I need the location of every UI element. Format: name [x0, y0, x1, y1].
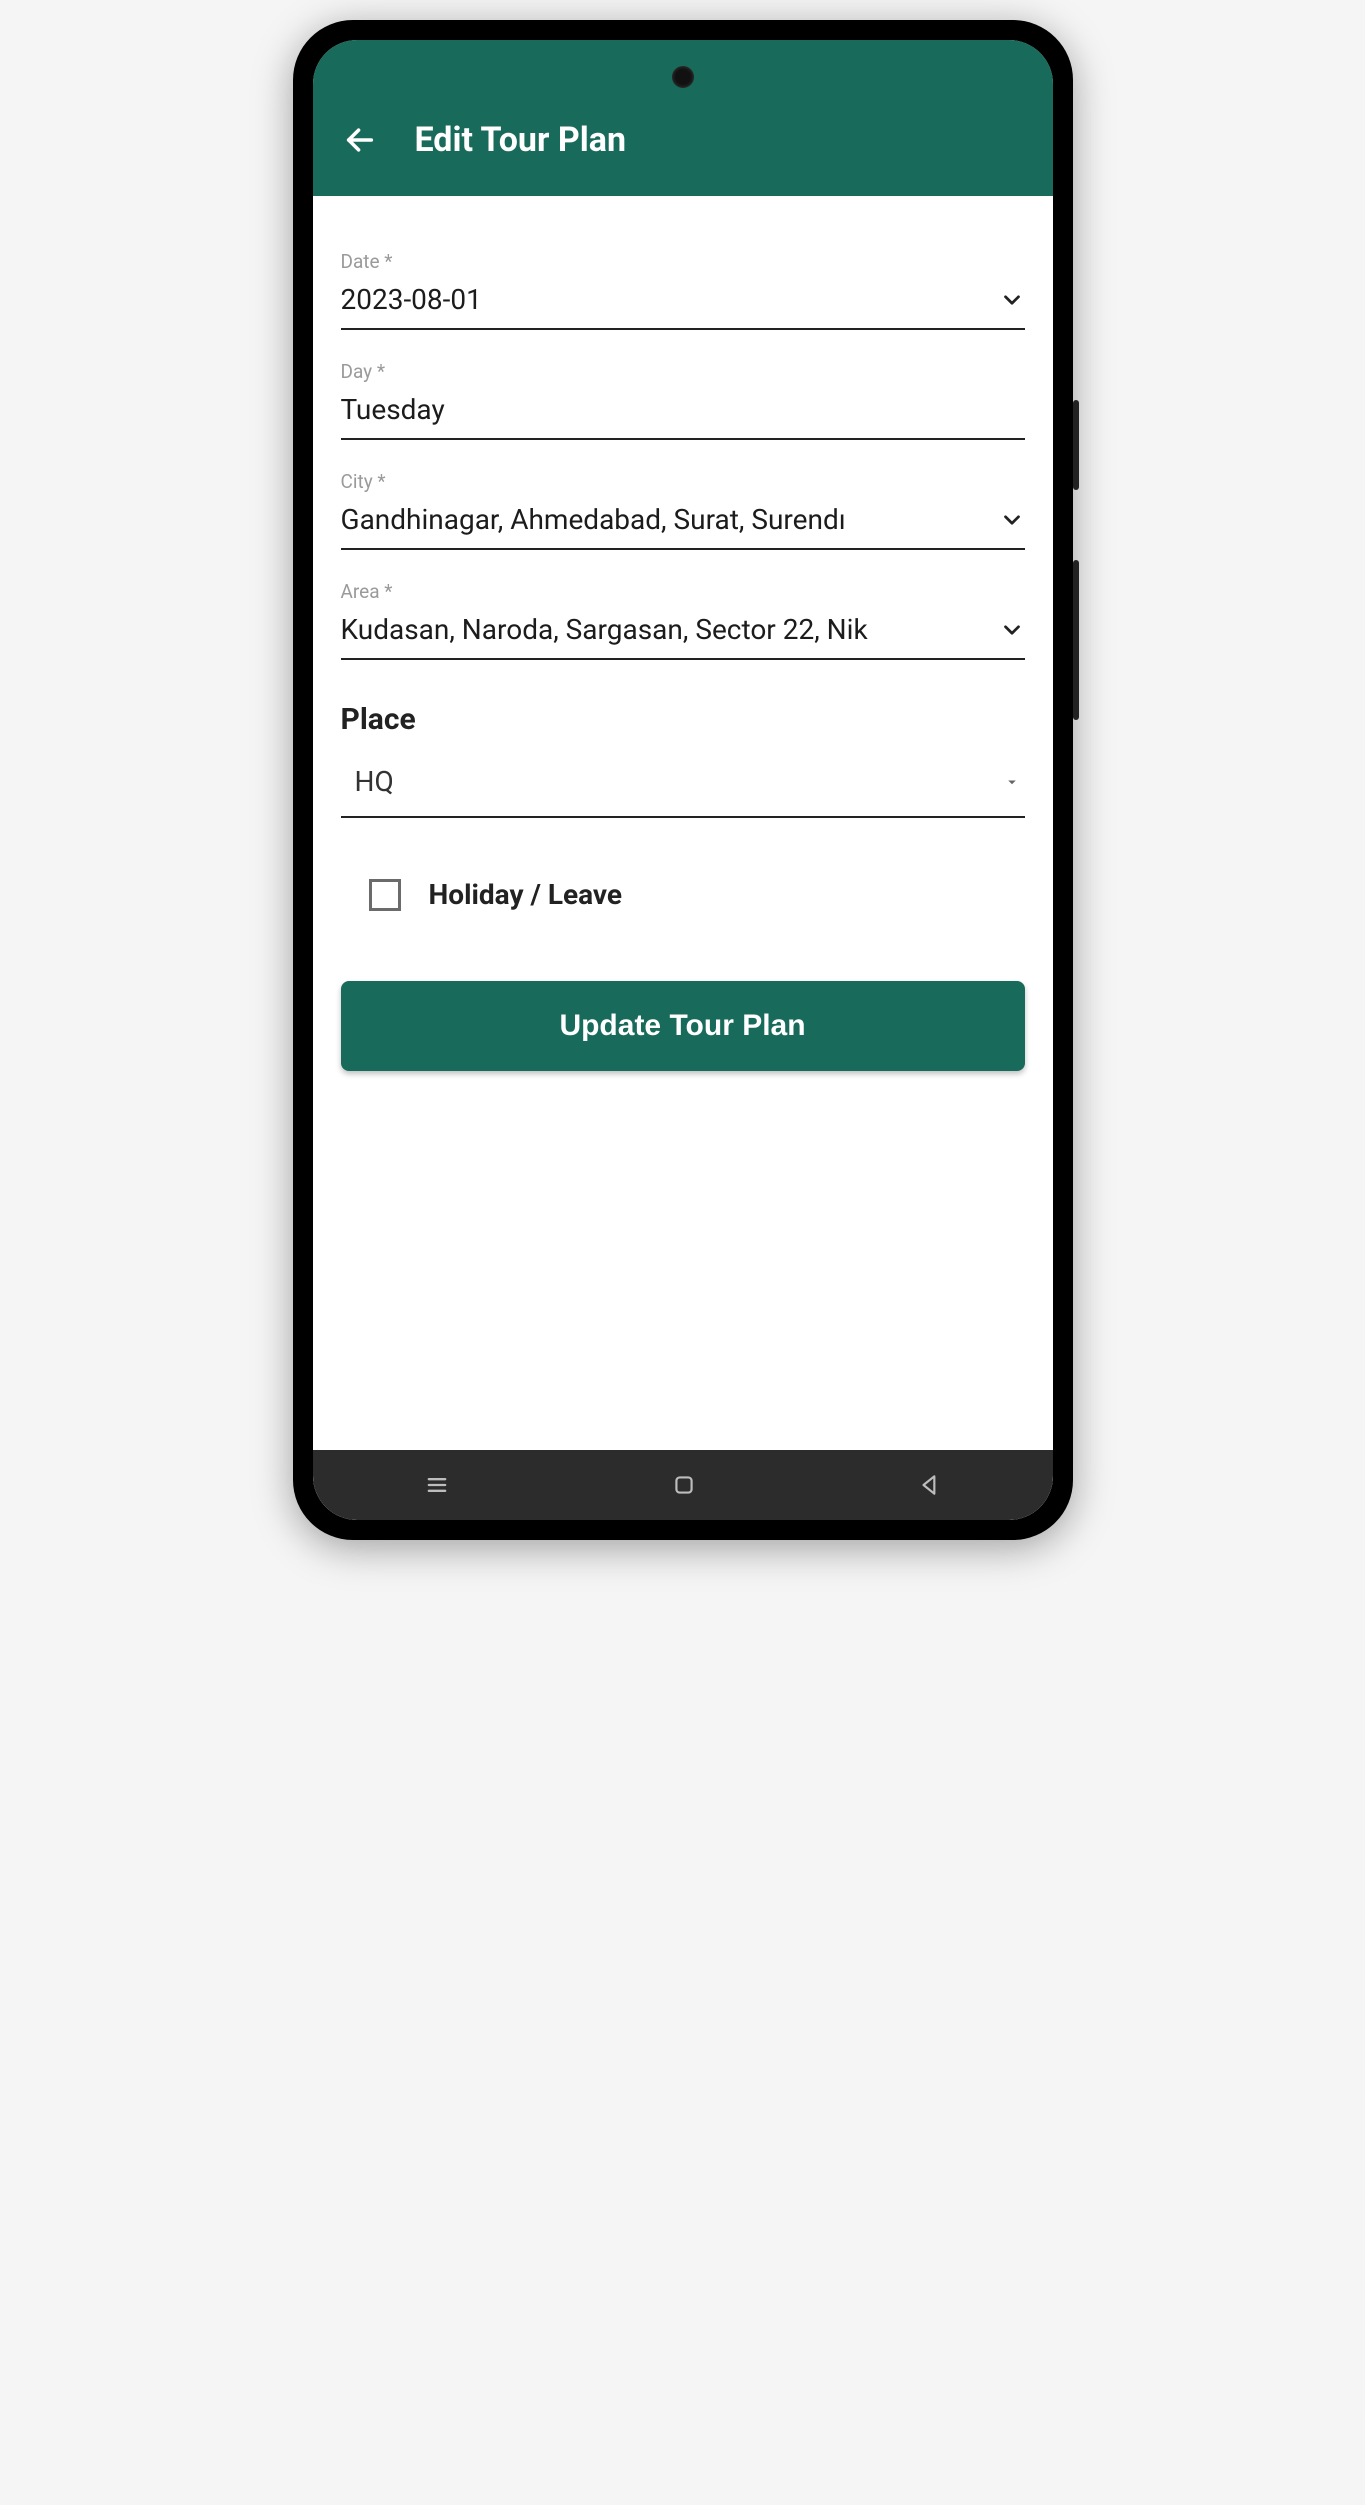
side-button: [1073, 400, 1079, 490]
city-label: City *: [341, 470, 1025, 493]
place-dropdown[interactable]: HQ: [341, 755, 1025, 818]
form-content: Date * 2023-08-01 Day * Tuesday City * G…: [313, 196, 1053, 1450]
city-field[interactable]: City * Gandhinagar, Ahmedabad, Surat, Su…: [341, 470, 1025, 550]
chevron-down-icon: [999, 507, 1025, 533]
place-section-title: Place: [341, 702, 1025, 737]
back-nav-icon[interactable]: [917, 1472, 943, 1498]
app-header: Edit Tour Plan: [313, 40, 1053, 196]
holiday-label: Holiday / Leave: [429, 878, 623, 911]
recents-icon[interactable]: [423, 1471, 451, 1499]
day-label: Day *: [341, 360, 1025, 383]
area-label: Area *: [341, 580, 1025, 603]
date-value: 2023-08-01: [341, 283, 991, 316]
day-field[interactable]: Day * Tuesday: [341, 360, 1025, 440]
side-button: [1073, 560, 1079, 720]
phone-frame: Edit Tour Plan Date * 2023-08-01 Day * T…: [293, 20, 1073, 1540]
page-title: Edit Tour Plan: [415, 120, 627, 160]
chevron-down-icon: [999, 287, 1025, 313]
holiday-checkbox-row[interactable]: Holiday / Leave: [341, 878, 1025, 911]
system-nav-bar: [313, 1450, 1053, 1520]
chevron-down-icon: [999, 617, 1025, 643]
date-label: Date *: [341, 250, 1025, 273]
caret-down-icon: [1003, 773, 1021, 791]
camera-notch: [672, 66, 694, 88]
update-tour-plan-button[interactable]: Update Tour Plan: [341, 981, 1025, 1071]
city-value: Gandhinagar, Ahmedabad, Surat, Surendı: [341, 503, 991, 536]
area-field[interactable]: Area * Kudasan, Naroda, Sargasan, Sector…: [341, 580, 1025, 660]
area-value: Kudasan, Naroda, Sargasan, Sector 22, Ni…: [341, 613, 991, 646]
place-value: HQ: [355, 765, 394, 798]
home-icon[interactable]: [671, 1472, 697, 1498]
checkbox-unchecked-icon[interactable]: [369, 879, 401, 911]
day-value: Tuesday: [341, 393, 1025, 426]
back-arrow-icon[interactable]: [343, 123, 377, 157]
screen: Edit Tour Plan Date * 2023-08-01 Day * T…: [313, 40, 1053, 1520]
date-field[interactable]: Date * 2023-08-01: [341, 250, 1025, 330]
